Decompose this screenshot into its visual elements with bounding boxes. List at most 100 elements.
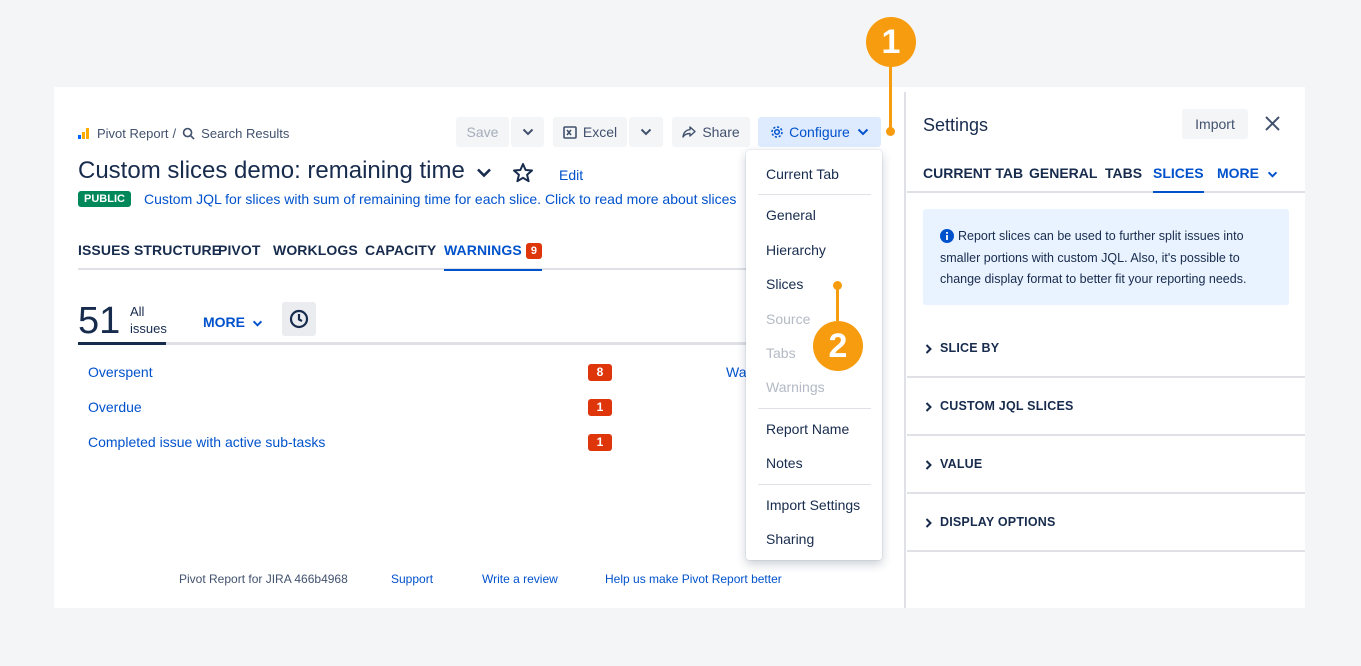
breadcrumb-current[interactable]: Search Results — [201, 126, 289, 141]
menu-divider — [758, 194, 871, 195]
menu-item-slices[interactable]: Slices — [766, 276, 803, 292]
footer-feedback-link[interactable]: Help us make Pivot Report better — [605, 572, 782, 586]
excel-label: Excel — [582, 124, 618, 140]
chevron-down-icon — [640, 128, 652, 136]
title-chevron-down-icon[interactable] — [476, 167, 492, 178]
chevron-down-icon — [252, 320, 263, 327]
callout-dot-2 — [833, 281, 842, 290]
section-title: CUSTOM JQL SLICES — [940, 399, 1074, 413]
menu-item-tabs: Tabs — [766, 345, 796, 361]
section-display-options[interactable]: DISPLAY OPTIONS — [907, 494, 1305, 552]
settings-tab-current[interactable]: CURRENT TAB — [923, 165, 1023, 181]
tab-issues-structure[interactable]: ISSUES STRUCTURE — [78, 242, 221, 258]
menu-item-warnings: Warnings — [766, 379, 825, 395]
section-slice-by[interactable]: SLICE BY — [907, 320, 1305, 378]
menu-item-sharing[interactable]: Sharing — [766, 531, 814, 547]
tab-capacity[interactable]: CAPACITY — [365, 242, 436, 258]
panel-divider — [904, 92, 906, 608]
menu-item-general[interactable]: General — [766, 207, 816, 223]
section-title: SLICE BY — [940, 341, 1000, 355]
settings-tab-slices[interactable]: SLICES — [1153, 165, 1204, 193]
warning-row-label[interactable]: Overspent — [88, 364, 153, 380]
info-text: Report slices can be used to further spl… — [940, 229, 1247, 286]
chevron-down-icon — [857, 128, 869, 136]
gear-icon — [771, 126, 783, 138]
warning-row-count: 1 — [588, 434, 612, 451]
excel-button[interactable]: Excel — [553, 117, 627, 147]
callout-connector-2 — [836, 288, 839, 321]
settings-tab-general[interactable]: GENERAL — [1029, 165, 1097, 181]
share-button[interactable]: Share — [672, 117, 750, 147]
more-dropdown[interactable]: MORE — [203, 314, 263, 330]
warning-row-count: 1 — [588, 399, 612, 416]
breadcrumb-app-link[interactable]: Pivot Report — [97, 126, 169, 141]
settings-tab-more[interactable]: MORE — [1217, 165, 1278, 181]
public-badge: PUBLIC — [78, 191, 131, 207]
share-icon — [682, 126, 697, 138]
excel-dropdown-button[interactable] — [629, 117, 663, 147]
warning-row-count: 8 — [588, 364, 612, 381]
star-icon[interactable] — [512, 162, 534, 184]
menu-divider — [758, 484, 871, 485]
configure-button[interactable]: Configure — [758, 117, 881, 147]
warnings-count-badge: 9 — [525, 243, 543, 259]
menu-item-import-settings[interactable]: Import Settings — [766, 497, 860, 513]
tab-warnings-label: WARNINGS — [444, 242, 522, 258]
footer-version: Pivot Report for JIRA 466b4968 — [179, 572, 348, 586]
history-button[interactable] — [282, 302, 316, 336]
footer-support-link[interactable]: Support — [391, 572, 433, 586]
settings-title: Settings — [923, 115, 989, 135]
tab-warnings[interactable]: WARNINGS 9 — [444, 242, 543, 271]
menu-item-notes[interactable]: Notes — [766, 455, 803, 471]
share-label: Share — [702, 124, 740, 140]
save-dropdown-button[interactable] — [511, 117, 544, 147]
breadcrumb: Pivot Report / Search Results — [78, 124, 289, 142]
search-icon — [182, 127, 195, 140]
settings-tab-tabs[interactable]: TABS — [1105, 165, 1142, 181]
pivot-report-logo-icon — [78, 127, 91, 139]
stats-active-indicator — [78, 342, 166, 345]
save-label: Save — [466, 124, 499, 140]
close-icon[interactable] — [1263, 114, 1282, 133]
warning-row-label[interactable]: Overdue — [88, 399, 142, 415]
footer-review-link[interactable]: Write a review — [482, 572, 558, 586]
excel-icon — [563, 125, 577, 139]
chevron-right-icon — [925, 402, 932, 412]
warning-row-label[interactable]: Completed issue with active sub-tasks — [88, 434, 325, 450]
import-button[interactable]: Import — [1182, 109, 1248, 139]
configure-label: Configure — [789, 124, 850, 140]
menu-item-hierarchy[interactable]: Hierarchy — [766, 242, 826, 258]
clock-icon — [289, 309, 309, 329]
chevron-right-icon — [925, 344, 932, 354]
callout-badge-1: 1 — [866, 17, 916, 67]
section-title: VALUE — [940, 457, 983, 471]
report-tabs: ISSUES STRUCTURE PIVOT WORKLOGS CAPACITY… — [78, 242, 750, 271]
chevron-down-icon — [522, 128, 533, 136]
issue-count-label: All issues — [130, 304, 167, 336]
section-value[interactable]: VALUE — [907, 436, 1305, 494]
section-title: DISPLAY OPTIONS — [940, 515, 1056, 529]
tab-worklogs[interactable]: WORKLOGS — [273, 242, 358, 258]
tab-pivot[interactable]: PIVOT — [218, 242, 261, 258]
callout-badge-2: 2 — [813, 321, 863, 371]
menu-item-source: Source — [766, 311, 811, 327]
menu-item-current-tab[interactable]: Current Tab — [766, 166, 839, 182]
menu-divider — [758, 408, 871, 409]
settings-tabs: CURRENT TAB GENERAL TABS SLICES MORE — [907, 165, 1305, 193]
info-box: Report slices can be used to further spl… — [923, 209, 1289, 305]
report-title: Custom slices demo: remaining time — [78, 157, 465, 184]
section-custom-jql-slices[interactable]: CUSTOM JQL SLICES — [907, 378, 1305, 436]
partial-link[interactable]: Wa — [726, 364, 746, 380]
menu-item-report-name[interactable]: Report Name — [766, 421, 849, 437]
breadcrumb-separator: / — [172, 125, 177, 141]
settings-tab-more-label: MORE — [1217, 165, 1259, 181]
save-button[interactable]: Save — [456, 117, 509, 147]
chevron-right-icon — [925, 460, 932, 470]
callout-dot-1 — [886, 127, 895, 136]
chevron-down-icon — [1267, 171, 1278, 178]
stats-divider — [78, 342, 750, 345]
edit-link[interactable]: Edit — [559, 167, 583, 183]
callout-connector-1 — [889, 67, 892, 128]
description-link[interactable]: Custom JQL for slices with sum of remain… — [144, 191, 736, 207]
issue-count[interactable]: 51 — [78, 300, 120, 343]
